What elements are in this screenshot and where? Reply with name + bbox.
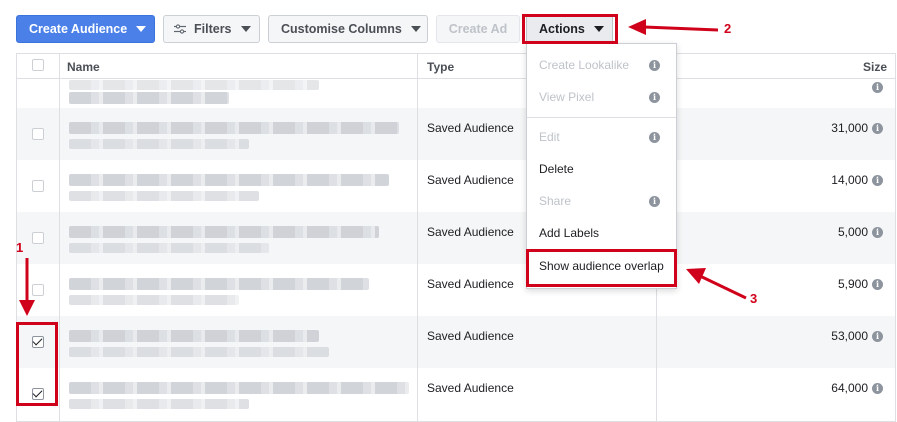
arrow-2-shaft xyxy=(643,25,719,32)
annotation-arrows xyxy=(19,19,747,316)
arrow-2-head xyxy=(628,19,646,35)
arrow-1-head xyxy=(19,300,35,316)
arrow-3-shaft xyxy=(699,274,747,300)
